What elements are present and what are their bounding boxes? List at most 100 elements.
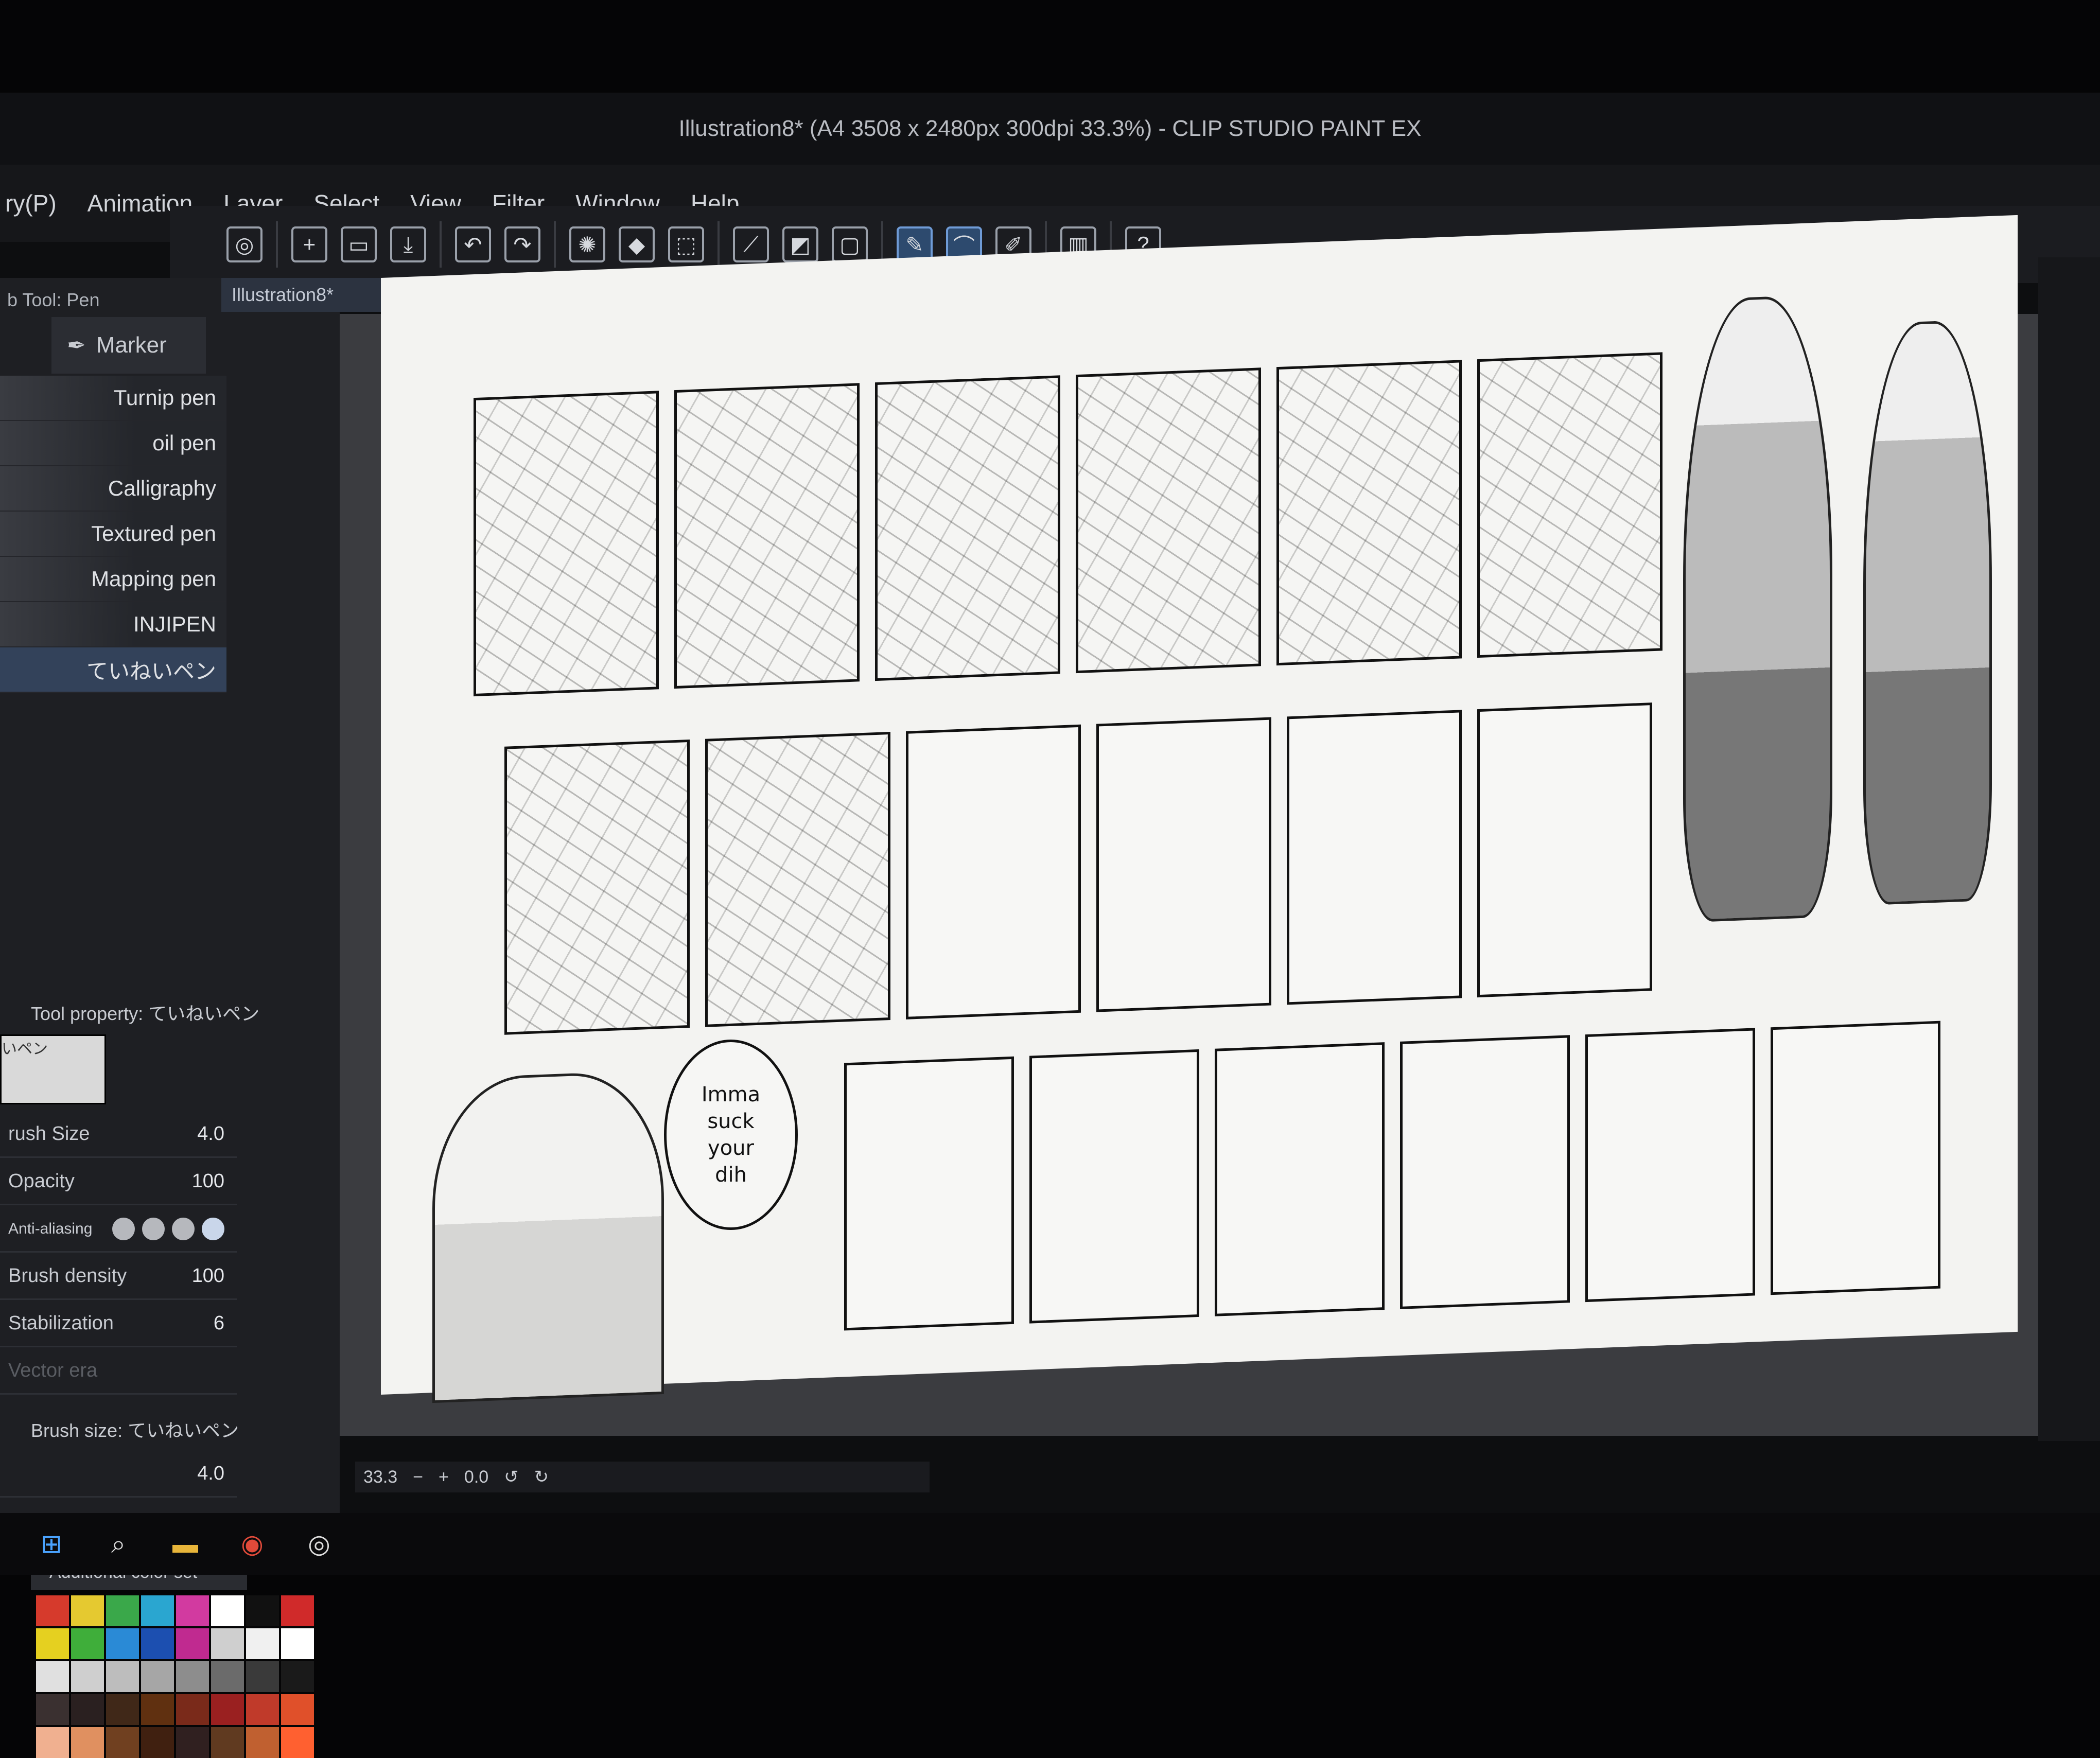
color-swatch[interactable]	[211, 1661, 244, 1692]
color-swatch[interactable]	[141, 1661, 174, 1692]
snap-icon[interactable]: ⟋	[733, 226, 769, 262]
brush-turnip-pen[interactable]: Turnip pen	[0, 376, 226, 421]
rotation-value[interactable]: 0.0	[464, 1467, 488, 1487]
brush-size-row[interactable]: rush Size 4.0	[0, 1112, 237, 1158]
rotate-right-icon[interactable]: ↻	[534, 1467, 549, 1487]
character-sketch-girl	[1863, 319, 1992, 906]
redo-icon[interactable]: ↷	[504, 226, 540, 262]
comic-page-blank	[1029, 1049, 1199, 1324]
anti-aliasing-row[interactable]: Anti-aliasing	[0, 1206, 237, 1253]
color-swatch[interactable]	[246, 1628, 279, 1659]
color-swatch[interactable]	[281, 1694, 314, 1725]
clip-studio-icon[interactable]: ◎	[226, 226, 262, 262]
comic-page-sketch	[705, 731, 890, 1027]
chrome-icon[interactable]: ◉	[232, 1523, 273, 1564]
opacity-value[interactable]: 100	[192, 1170, 224, 1192]
color-swatch[interactable]	[106, 1727, 139, 1758]
comic-page-blank	[1096, 717, 1271, 1012]
brush-calligraphy[interactable]: Calligraphy	[0, 466, 226, 512]
color-swatch[interactable]	[281, 1628, 314, 1659]
color-swatch[interactable]	[211, 1694, 244, 1725]
color-swatch[interactable]	[246, 1694, 279, 1725]
character-sketch-girl-portrait	[432, 1069, 664, 1403]
color-swatch[interactable]	[36, 1661, 69, 1692]
toolbar-separator	[276, 221, 278, 268]
color-swatch[interactable]	[176, 1595, 209, 1626]
brush-density-row[interactable]: Brush density 100	[0, 1254, 237, 1300]
comic-page-sketch	[875, 375, 1060, 681]
color-swatch[interactable]	[176, 1727, 209, 1758]
color-swatch[interactable]	[141, 1694, 174, 1725]
fill-icon[interactable]: ◆	[619, 226, 655, 262]
menu-story[interactable]: ry(P)	[5, 189, 57, 217]
opacity-label: Opacity	[8, 1170, 75, 1192]
color-swatch[interactable]	[176, 1628, 209, 1659]
new-canvas-icon[interactable]: +	[291, 226, 327, 262]
color-swatch[interactable]	[176, 1661, 209, 1692]
color-swatch[interactable]	[211, 1595, 244, 1626]
windows-start-icon[interactable]: ⊞	[31, 1523, 72, 1564]
sub-tool-group-marker[interactable]: ✒ Marker	[51, 317, 206, 374]
color-swatch[interactable]	[71, 1628, 104, 1659]
color-swatch[interactable]	[71, 1694, 104, 1725]
color-swatch[interactable]	[281, 1727, 314, 1758]
color-swatch[interactable]	[141, 1595, 174, 1626]
color-swatch[interactable]	[281, 1661, 314, 1692]
drawing-canvas[interactable]	[381, 215, 2018, 1403]
color-swatch[interactable]	[71, 1727, 104, 1758]
stabilization-value[interactable]: 6	[214, 1312, 224, 1334]
color-swatch[interactable]	[36, 1595, 69, 1626]
brush-size-value[interactable]: 4.0	[197, 1123, 224, 1145]
color-swatch[interactable]	[141, 1628, 174, 1659]
brush-size-panel-value[interactable]: 4.0	[197, 1463, 224, 1485]
zoom-out-icon[interactable]: −	[413, 1467, 423, 1487]
comic-page-sketch	[1076, 367, 1261, 674]
anti-aliasing-options[interactable]	[112, 1217, 224, 1240]
color-swatch[interactable]	[141, 1727, 174, 1758]
brush-teinei-pen[interactable]: ていねいペン	[0, 647, 226, 693]
open-icon[interactable]: ▭	[341, 226, 377, 262]
status-bar: 33.3 − + 0.0 ↺ ↻	[355, 1462, 930, 1492]
color-swatch[interactable]	[71, 1595, 104, 1626]
opacity-row[interactable]: Opacity 100	[0, 1159, 237, 1205]
clip-studio-icon[interactable]: ◎	[299, 1523, 340, 1564]
zoom-in-icon[interactable]: +	[439, 1467, 449, 1487]
comic-page-blank	[1585, 1028, 1755, 1303]
snap-ruler-icon[interactable]: ◩	[782, 226, 818, 262]
color-swatch[interactable]	[106, 1595, 139, 1626]
color-swatch[interactable]	[36, 1727, 69, 1758]
color-swatch[interactable]	[281, 1595, 314, 1626]
zoom-value[interactable]: 33.3	[363, 1467, 397, 1487]
loading-icon[interactable]: ✺	[569, 226, 605, 262]
snap-grid-icon[interactable]: ▢	[832, 226, 868, 262]
brush-oil-pen[interactable]: oil pen	[0, 421, 226, 466]
brush-density-value[interactable]: 100	[192, 1265, 224, 1287]
search-icon[interactable]: ⌕	[98, 1523, 139, 1564]
color-swatch[interactable]	[211, 1727, 244, 1758]
brush-textured-pen[interactable]: Textured pen	[0, 512, 226, 557]
transform-icon[interactable]: ⬚	[668, 226, 704, 262]
stabilization-row[interactable]: Stabilization 6	[0, 1301, 237, 1347]
save-icon[interactable]: ⤓	[390, 226, 426, 262]
rotate-left-icon[interactable]: ↺	[504, 1467, 519, 1487]
color-swatch[interactable]	[246, 1727, 279, 1758]
file-explorer-icon[interactable]: ▬	[165, 1523, 206, 1564]
brush-size-panel-row[interactable]: 4.0	[0, 1451, 237, 1498]
character-sketch-boy	[1683, 294, 1832, 923]
undo-icon[interactable]: ↶	[455, 226, 491, 262]
brush-mapping-pen[interactable]: Mapping pen	[0, 557, 226, 602]
color-swatch[interactable]	[176, 1694, 209, 1725]
document-tab[interactable]: Illustration8*	[221, 278, 407, 312]
color-swatch[interactable]	[246, 1595, 279, 1626]
color-swatch[interactable]	[36, 1628, 69, 1659]
color-swatch[interactable]	[36, 1694, 69, 1725]
color-swatch[interactable]	[246, 1661, 279, 1692]
brush-injipen[interactable]: INJIPEN	[0, 602, 226, 647]
vector-eraser-row[interactable]: Vector era	[0, 1348, 237, 1395]
color-swatch[interactable]	[106, 1694, 139, 1725]
color-swatch[interactable]	[106, 1661, 139, 1692]
color-swatch[interactable]	[71, 1661, 104, 1692]
brush-size-label: rush Size	[8, 1123, 90, 1145]
color-swatch[interactable]	[211, 1628, 244, 1659]
color-swatch[interactable]	[106, 1628, 139, 1659]
